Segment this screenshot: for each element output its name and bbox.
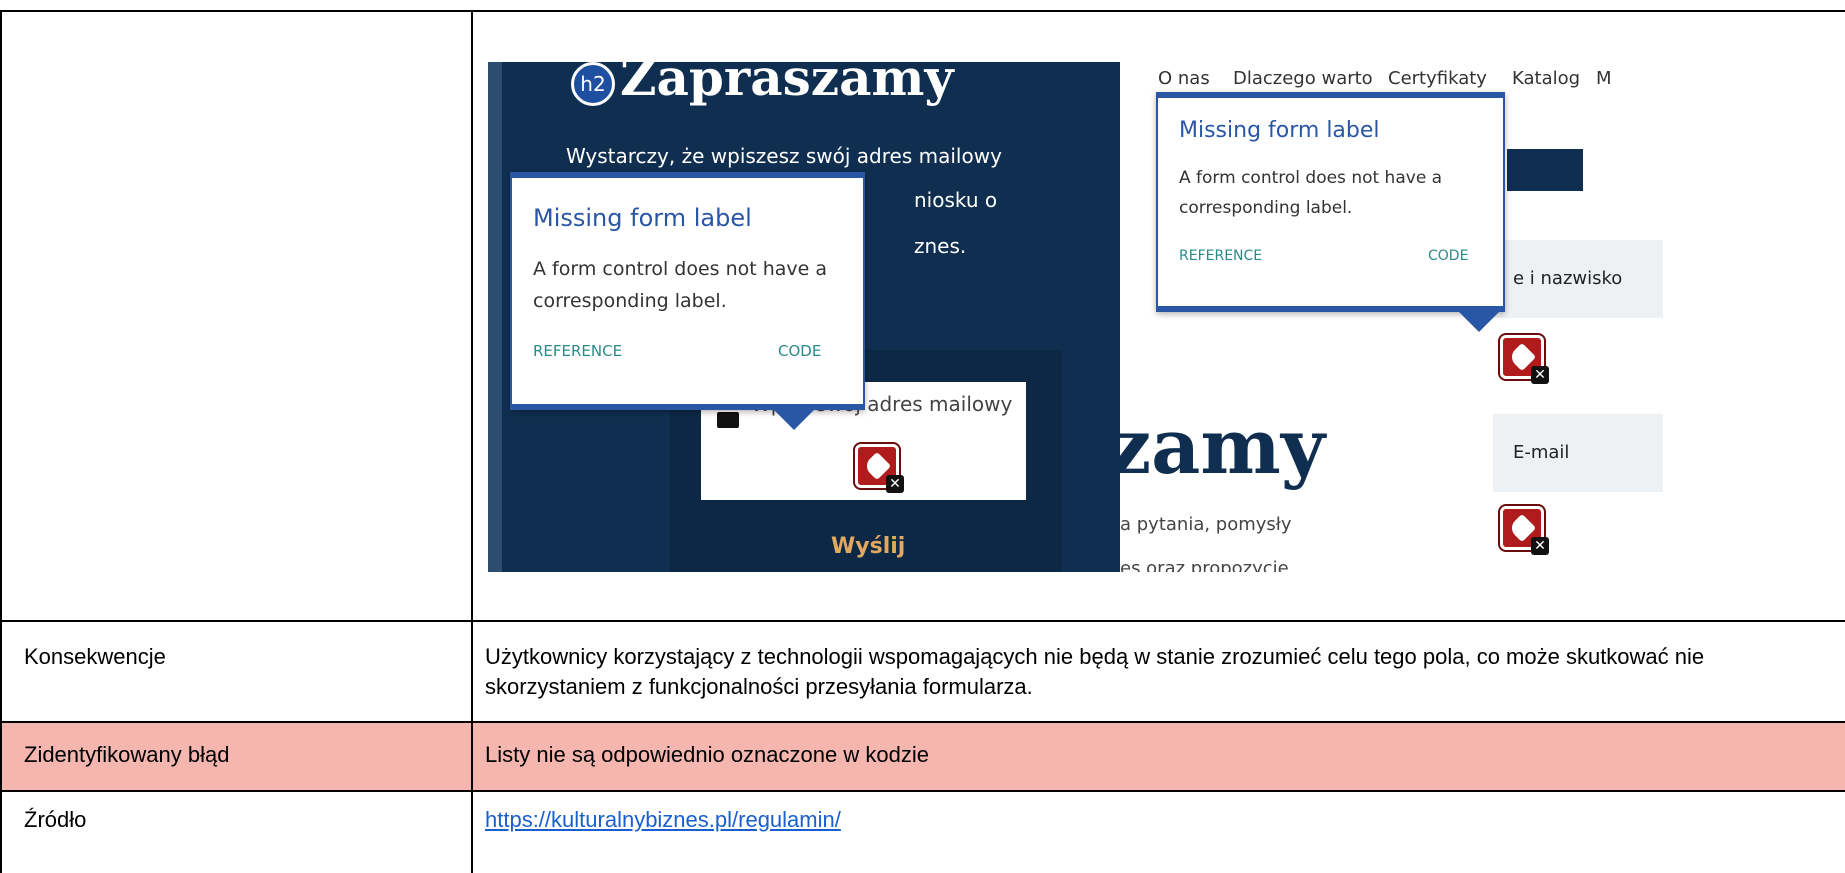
close-icon: ✕ (886, 475, 904, 493)
screenshot-line-3: znes. (914, 234, 967, 258)
nav-katalog[interactable]: Katalog (1512, 68, 1580, 89)
screenshot-left-edge (488, 62, 502, 572)
missing-label-error-icon: ✕ (855, 444, 904, 493)
popup-title: Missing form label (1179, 118, 1380, 143)
screenshot-right-line-1: a pytania, pomysły (1120, 514, 1292, 535)
nav-more[interactable]: M (1596, 68, 1612, 89)
popup-reference-link[interactable]: REFERENCE (533, 342, 622, 360)
error-popup-right: Missing form label A form control does n… (1156, 92, 1505, 312)
table-border-left (0, 10, 2, 873)
popup-code-link[interactable]: CODE (1428, 248, 1468, 264)
nav-o-nas[interactable]: O nas (1158, 68, 1210, 89)
screenshot-right-line-2: es oraz propozycje (1120, 558, 1289, 572)
nav-certyfikaty[interactable]: Certyfikaty (1388, 68, 1487, 89)
popup-code-link[interactable]: CODE (778, 342, 821, 360)
row-label-konsekwencje: Konsekwencje (24, 644, 166, 669)
error-popup-left: Missing form label A form control does n… (510, 172, 865, 410)
table-border-row3 (0, 790, 1845, 792)
table-border-middle (471, 10, 473, 873)
row-label-zidentyfikowany-blad: Zidentyfikowany błąd (24, 742, 230, 767)
popup-arrow-left (774, 410, 814, 430)
name-field-label: e i nazwisko (1513, 268, 1623, 289)
header-button (1507, 149, 1583, 191)
table-border-top (0, 10, 1845, 12)
popup-reference-link[interactable]: REFERENCE (1179, 248, 1262, 264)
screenshot-title: Zapraszamy (620, 62, 954, 107)
table-border-row1 (0, 620, 1845, 622)
screenshot-right-title: zamy (1108, 402, 1325, 491)
table-border-row2 (0, 721, 1845, 723)
envelope-icon (717, 412, 739, 428)
email-field[interactable]: E-mail (1493, 414, 1663, 492)
nav-dlaczego-warto[interactable]: Dlaczego warto (1233, 68, 1373, 89)
popup-body-line-1: A form control does not have a (1179, 168, 1443, 188)
close-icon: ✕ (1531, 366, 1549, 384)
h2-badge-icon: h2 (571, 62, 615, 106)
email-field-label: E-mail (1513, 442, 1570, 463)
popup-arrow-right (1459, 312, 1499, 332)
name-field[interactable]: e i nazwisko (1493, 240, 1663, 318)
missing-label-error-icon: ✕ (1500, 335, 1549, 384)
error-screenshot: h2 Zapraszamy Wystarczy, że wpiszesz swó… (488, 62, 1663, 572)
missing-label-error-icon: ✕ (1500, 506, 1549, 555)
popup-body-line-2: corresponding label. (533, 290, 727, 312)
screenshot-line-1: Wystarczy, że wpiszesz swój adres mailow… (566, 144, 1002, 168)
popup-title: Missing form label (533, 204, 752, 232)
row-label-zrodlo: Źródło (24, 807, 87, 832)
send-button[interactable]: Wyślij (831, 534, 905, 559)
popup-body-line-1: A form control does not have a (533, 258, 828, 280)
popup-body-line-2: corresponding label. (1179, 198, 1353, 218)
source-link[interactable]: https://kulturalnybiznes.pl/regulamin/ (485, 807, 841, 832)
screenshot-line-2: niosku o (914, 188, 998, 212)
close-icon: ✕ (1531, 537, 1549, 555)
row-text-zrodlo: https://kulturalnybiznes.pl/regulamin/ (485, 805, 1825, 835)
row-text-konsekwencje: Użytkownicy korzystający z technologii w… (485, 644, 1705, 699)
screenshot-left-pane: h2 Zapraszamy Wystarczy, że wpiszesz swó… (488, 62, 1120, 572)
row-text-zidentyfikowany-blad: Listy nie są odpowiednio oznaczone w kod… (485, 742, 929, 767)
